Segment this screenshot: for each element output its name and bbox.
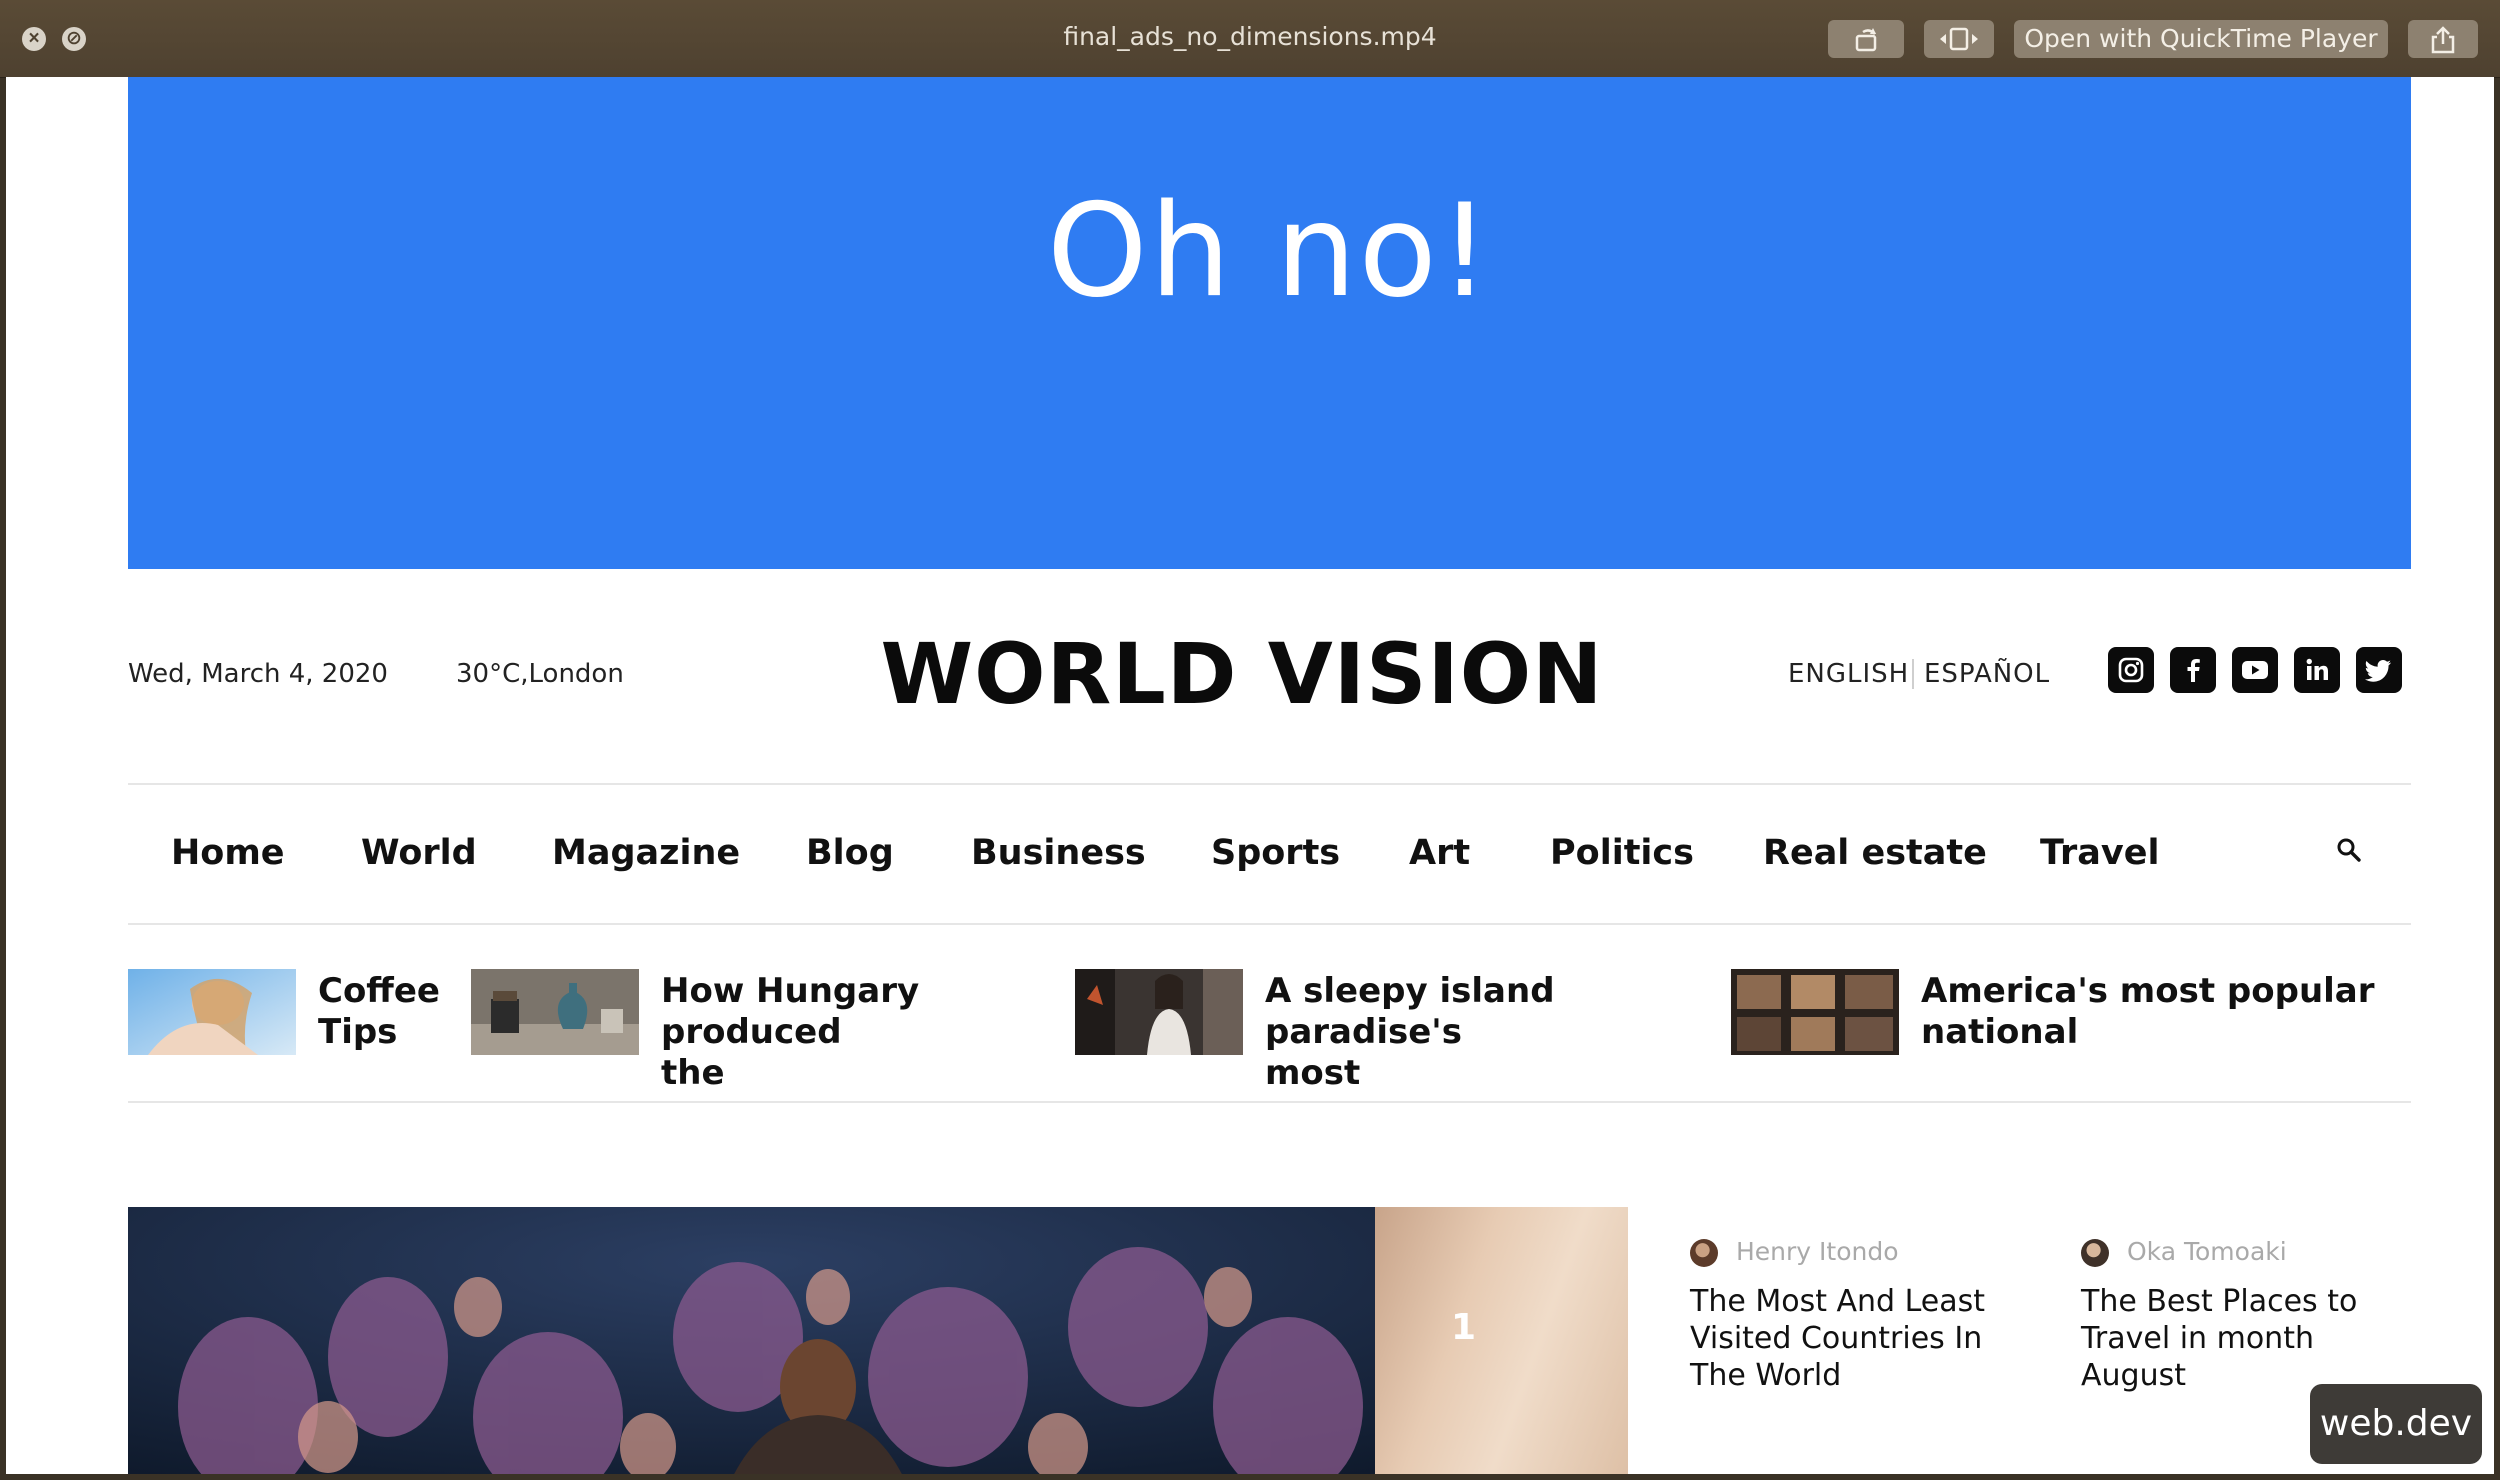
nav-magazine[interactable]: Magazine [552, 833, 740, 873]
story-headline-line: most [1265, 1053, 1361, 1093]
story-headline: America's most popular national [1921, 971, 2381, 1053]
linkedin-icon[interactable] [2294, 647, 2340, 693]
twitter-icon[interactable] [2356, 647, 2402, 693]
share-icon [2431, 26, 2455, 54]
author-row: Henry Itondo [1690, 1237, 2020, 1267]
story-thumbnail [471, 969, 639, 1055]
nav-travel[interactable]: Travel [2040, 833, 2159, 873]
story-thumbnail [128, 969, 296, 1055]
author-row: Oka Tomoaki [2081, 1237, 2411, 1267]
nav-business[interactable]: Business [971, 833, 1146, 873]
site-logo-text: WORLD VISION [880, 625, 1604, 723]
nav-politics[interactable]: Politics [1550, 833, 1694, 873]
nav-home[interactable]: Home [171, 833, 285, 873]
story-headline-line: America's most popular [1921, 971, 2375, 1011]
story-thumbnail [1075, 969, 1243, 1055]
rotate-button[interactable] [1828, 20, 1904, 58]
story-headline-line: the [661, 1053, 725, 1093]
ad-banner[interactable]: Oh no! [128, 77, 2411, 569]
share-button[interactable] [2408, 20, 2478, 58]
article-title-line: Visited Countries In [1690, 1321, 1983, 1356]
lang-espanol[interactable]: ESPAÑOL [1924, 659, 2050, 689]
trim-icon [1940, 27, 1978, 51]
story-headline-line: How Hungary produced [661, 971, 920, 1052]
author-name[interactable]: Henry Itondo [1736, 1237, 1899, 1266]
slide-number: 1 [1451, 1307, 1477, 1348]
article-title-line: The Best Places to [2081, 1284, 2358, 1319]
story-headline-line: A sleepy island paradise's [1265, 971, 1555, 1052]
story-thumbnail [1731, 969, 1899, 1055]
rotate-icon [1855, 28, 1877, 52]
article-title[interactable]: The Most And Least Visited Countries In … [1690, 1283, 2030, 1394]
nav-world[interactable]: World [361, 833, 477, 873]
hero-next-image [1375, 1207, 1628, 1474]
lang-english[interactable]: ENGLISH [1788, 659, 1909, 689]
header-divider [128, 783, 2411, 785]
hero-slider[interactable] [128, 1207, 1628, 1474]
hero-image [128, 1207, 1375, 1474]
article-title-line: Travel in month [2081, 1321, 2314, 1356]
lang-divider [1912, 659, 1914, 689]
article-title-line: The Most And Least [1690, 1284, 1986, 1319]
search-icon[interactable] [2336, 837, 2362, 868]
article-title-line: The World [1690, 1358, 1842, 1393]
facebook-icon[interactable] [2170, 647, 2216, 693]
web-dev-badge: web.dev [2310, 1384, 2482, 1464]
avatar [1690, 1239, 1718, 1267]
instagram-icon[interactable] [2108, 647, 2154, 693]
open-with-quicktime-button[interactable]: Open with QuickTime Player [2014, 20, 2388, 58]
story-headline: A sleepy island paradise's most [1265, 971, 1735, 1094]
nav-real-estate[interactable]: Real estate [1763, 833, 1987, 873]
youtube-icon[interactable] [2232, 647, 2278, 693]
window-titlebar: × ⊘ final_ads_no_dimensions.mp4 Open wit… [0, 0, 2500, 78]
story-headline-line: national [1921, 1012, 2079, 1052]
avatar [2081, 1239, 2109, 1267]
stories-divider [128, 1101, 2411, 1103]
author-name[interactable]: Oka Tomoaki [2127, 1237, 2287, 1266]
nav-sports[interactable]: Sports [1211, 833, 1340, 873]
nav-divider [128, 923, 2411, 925]
nav-art[interactable]: Art [1409, 833, 1470, 873]
story-headline: How Hungary produced the [661, 971, 1101, 1094]
trim-button[interactable] [1924, 20, 1994, 58]
video-frame: Oh no! Wed, March 4, 2020 30°C,London WO… [6, 77, 2494, 1474]
article-title[interactable]: The Best Places to Travel in month Augus… [2081, 1283, 2421, 1394]
ad-text: Oh no! [1046, 177, 1493, 326]
nav-blog[interactable]: Blog [806, 833, 894, 873]
